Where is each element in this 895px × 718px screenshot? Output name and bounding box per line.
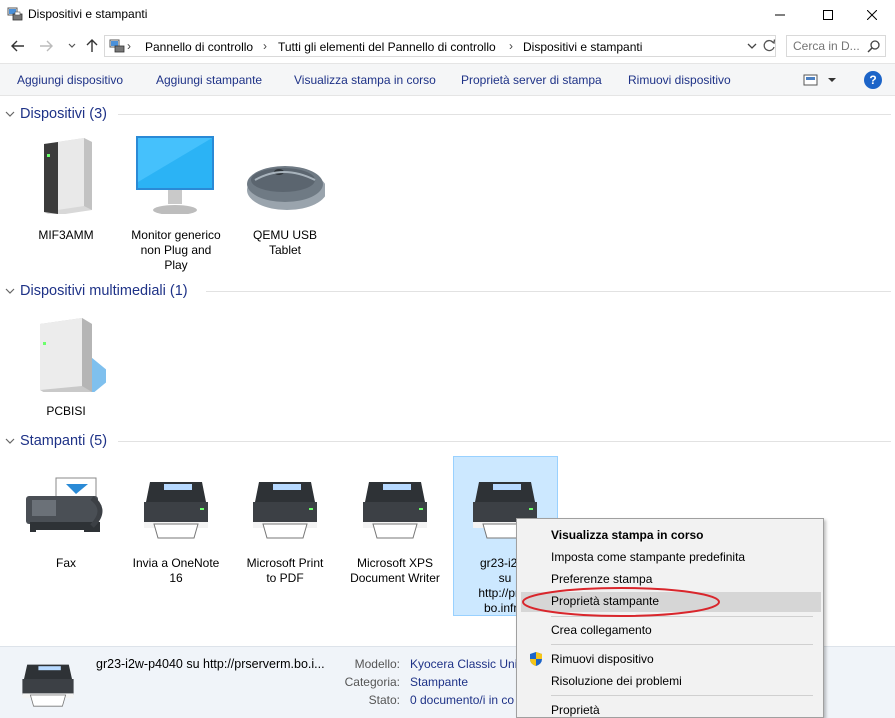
device-label: Monitor generico non Plug and Play xyxy=(131,228,221,272)
maximize-button[interactable] xyxy=(805,0,851,30)
printer-label: Microsoft XPS Document Writer xyxy=(350,556,440,585)
details-device-name: gr23-i2w-p4040 su http://prserverm.bo.i.… xyxy=(96,657,325,671)
breadcrumb-devices-printers[interactable]: Dispositivi e stampanti xyxy=(523,40,642,54)
chevron-down-icon xyxy=(5,438,15,444)
add-printer-button[interactable]: Aggiungi stampante xyxy=(156,73,262,87)
view-options-button[interactable] xyxy=(803,72,839,88)
chevron-down-icon xyxy=(68,43,76,48)
group-header-devices[interactable]: Dispositivi (3) xyxy=(4,105,107,123)
printer-icon xyxy=(363,482,427,539)
see-whats-printing-button[interactable]: Visualizza stampa in corso xyxy=(294,73,436,87)
arrow-left-icon xyxy=(11,40,24,52)
control-panel-icon xyxy=(109,39,125,53)
printer-item-pdf[interactable]: Microsoft Print to PDF xyxy=(235,474,335,594)
menu-item-remove-device[interactable]: Rimuovi dispositivo xyxy=(551,652,654,666)
up-button[interactable] xyxy=(84,38,100,54)
chevron-down-icon xyxy=(5,288,15,294)
annotation-ellipse xyxy=(522,587,720,617)
details-category-value: Stampante xyxy=(410,675,469,689)
printer-label: Fax xyxy=(55,556,76,570)
minimize-button[interactable] xyxy=(757,0,803,30)
forward-button[interactable] xyxy=(38,38,54,54)
refresh-icon[interactable] xyxy=(761,38,777,54)
device-label: PCBISI xyxy=(46,404,86,418)
devices-printers-app-icon xyxy=(7,7,23,21)
maximize-icon xyxy=(823,10,833,20)
device-label: QEMU USB Tablet xyxy=(252,228,317,257)
recent-locations-button[interactable] xyxy=(64,38,80,54)
fax-icon xyxy=(26,477,103,534)
breadcrumb-separator-icon: › xyxy=(263,39,267,53)
details-model-label: Modello: xyxy=(354,657,400,671)
minimize-icon xyxy=(775,14,785,16)
menu-separator xyxy=(551,695,813,696)
group-divider xyxy=(118,114,891,115)
command-bar: Aggiungi dispositivo Aggiungi stampante … xyxy=(0,63,895,96)
search-icon xyxy=(867,40,880,53)
printer-label: Microsoft Print to PDF xyxy=(246,556,324,585)
add-device-button[interactable]: Aggiungi dispositivo xyxy=(17,73,123,87)
breadcrumb-control-panel[interactable]: Pannello di controllo xyxy=(145,40,253,54)
close-button[interactable] xyxy=(849,0,895,30)
device-item-computer[interactable]: MIF3AMM xyxy=(16,134,116,264)
group-title: Stampanti (5) xyxy=(20,433,108,449)
details-model-value: Kyocera Classic Univ xyxy=(410,657,524,671)
group-header-multimedia[interactable]: Dispositivi multimediali (1) xyxy=(4,282,188,300)
printer-label: Invia a OneNote 16 xyxy=(132,556,220,585)
breadcrumb-all-items[interactable]: Tutti gli elementi del Pannello di contr… xyxy=(278,40,496,54)
breadcrumb-separator-icon: › xyxy=(509,39,513,53)
printer-icon xyxy=(144,482,208,539)
menu-item-properties[interactable]: Proprietà xyxy=(551,703,600,717)
printer-icon xyxy=(253,482,317,539)
arrow-up-icon xyxy=(86,39,98,52)
device-item-tablet[interactable]: QEMU USB Tablet xyxy=(235,134,335,264)
multimedia-item-pcbisi[interactable]: PCBISI xyxy=(16,312,116,422)
menu-item-see-whats-printing[interactable]: Visualizza stampa in corso xyxy=(551,528,704,542)
monitor-icon xyxy=(136,136,214,214)
address-bar[interactable]: › Pannello di controllo › Tutti gli elem… xyxy=(104,35,776,57)
chevron-down-icon xyxy=(5,111,15,117)
back-button[interactable] xyxy=(10,38,26,54)
mouse-icon xyxy=(247,166,325,210)
menu-item-create-shortcut[interactable]: Crea collegamento xyxy=(551,623,652,637)
device-item-monitor[interactable]: Monitor generico non Plug and Play xyxy=(126,134,226,274)
arrow-right-icon xyxy=(40,40,53,52)
print-server-properties-button[interactable]: Proprietà server di stampa xyxy=(461,73,602,87)
group-title: Dispositivi multimediali (1) xyxy=(20,283,188,299)
breadcrumb-separator-icon: › xyxy=(127,39,131,53)
remove-device-button[interactable]: Rimuovi dispositivo xyxy=(628,73,731,87)
group-divider xyxy=(206,291,891,292)
uac-shield-icon xyxy=(530,652,542,666)
printer-item-fax[interactable]: Fax xyxy=(16,474,116,574)
menu-separator xyxy=(551,644,813,645)
device-label: MIF3AMM xyxy=(38,228,94,242)
help-button[interactable]: ? xyxy=(864,71,882,89)
computer-tower-icon xyxy=(44,138,92,214)
search-input[interactable] xyxy=(793,39,863,53)
close-icon xyxy=(867,10,877,20)
media-server-icon xyxy=(40,318,106,392)
printer-icon xyxy=(22,664,74,707)
printer-item-onenote[interactable]: Invia a OneNote 16 xyxy=(126,474,226,594)
menu-item-set-default-printer[interactable]: Imposta come stampante predefinita xyxy=(551,550,745,564)
address-row: › Pannello di controllo › Tutti gli elem… xyxy=(0,30,895,62)
details-status-label: Stato: xyxy=(368,693,400,707)
printer-item-xps[interactable]: Microsoft XPS Document Writer xyxy=(345,474,445,594)
menu-item-troubleshoot[interactable]: Risoluzione dei problemi xyxy=(551,674,682,688)
group-header-printers[interactable]: Stampanti (5) xyxy=(4,432,107,450)
context-menu: Visualizza stampa in corso Imposta come … xyxy=(516,518,824,718)
details-category-label: Categoria: xyxy=(344,675,400,689)
group-title: Dispositivi (3) xyxy=(20,106,108,122)
search-box[interactable] xyxy=(786,35,886,57)
details-status-value: 0 documento/i in co xyxy=(410,693,515,707)
menu-item-printing-preferences[interactable]: Preferenze stampa xyxy=(551,572,652,586)
group-divider xyxy=(118,441,891,442)
chevron-down-icon[interactable] xyxy=(745,39,759,53)
window-title: Dispositivi e stampanti xyxy=(28,7,148,21)
title-bar: Dispositivi e stampanti xyxy=(0,0,895,30)
